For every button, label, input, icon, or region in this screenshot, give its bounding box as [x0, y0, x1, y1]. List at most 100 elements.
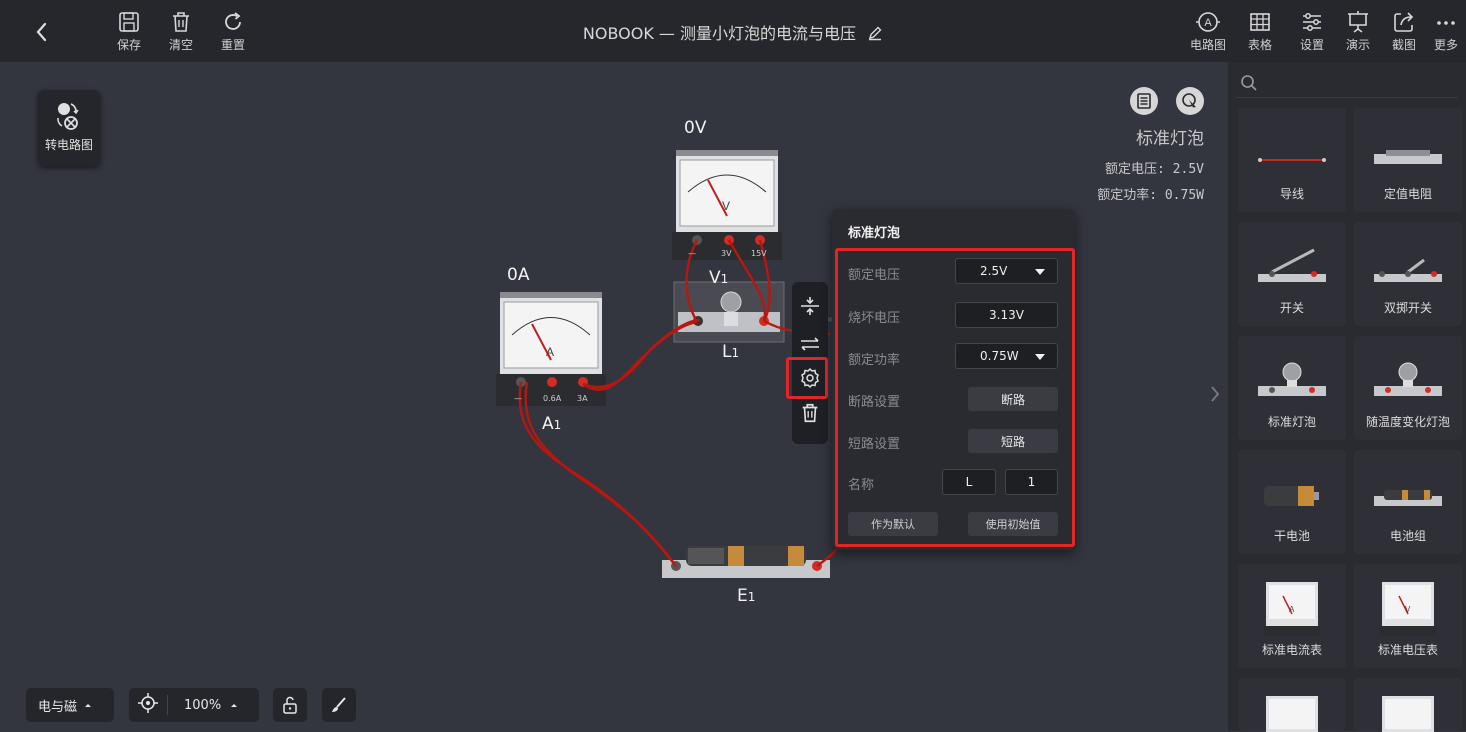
chevron-down-icon: [1035, 354, 1045, 360]
component-resistor[interactable]: 定值电阻: [1354, 108, 1462, 212]
chevron-down-icon: [1035, 269, 1045, 275]
open-circuit-button[interactable]: 断路: [968, 387, 1058, 411]
component-label: 干电池: [1273, 529, 1310, 543]
voltmeter[interactable]: V: [672, 150, 782, 260]
svg-text:V: V: [1405, 605, 1411, 614]
unlock-icon[interactable]: [273, 688, 307, 722]
caret-up-icon: [85, 704, 92, 707]
temp-bulb-icon: [1374, 362, 1442, 396]
mode-label: 电与磁: [38, 699, 78, 715]
ammeter-terminal-06a: 0.6A: [543, 394, 562, 403]
component-wire[interactable]: 导线: [1238, 108, 1346, 212]
ammeter-terminal-3a: 3A: [577, 394, 588, 403]
screenshot-label: 截图: [1391, 38, 1416, 52]
mode-select[interactable]: 电与磁: [26, 688, 114, 722]
chevron-right-icon[interactable]: [1208, 384, 1222, 408]
ammeter-icon: A: [1264, 582, 1320, 636]
settings-sliders-icon: [1303, 13, 1321, 31]
component-label: 标准灯泡: [1267, 415, 1316, 429]
table-button[interactable]: 表格: [1238, 10, 1282, 53]
component-label: 随温度变化灯泡: [1365, 415, 1450, 429]
more-label: 更多: [1433, 38, 1458, 52]
double-switch-icon: [1374, 258, 1442, 282]
component-galvanometer[interactable]: [1238, 678, 1346, 732]
name-label: 名称: [848, 478, 875, 493]
burn-voltage-field[interactable]: 3.13V: [955, 302, 1058, 328]
component-temp-bulb[interactable]: 随温度变化灯泡: [1354, 336, 1462, 440]
galvanometer-icon: [1266, 696, 1318, 732]
short-circuit-label: 短路设置: [848, 437, 901, 452]
more-button[interactable]: 更多: [1426, 10, 1466, 53]
open-circuit-label: 断路设置: [848, 395, 901, 410]
wire-icon: [1258, 158, 1326, 162]
screenshot-icon: [1394, 12, 1414, 32]
flip-vertical-icon[interactable]: [798, 294, 822, 322]
rated-voltage-select[interactable]: 2.5V: [955, 258, 1058, 284]
screenshot-button[interactable]: 截图: [1382, 10, 1426, 53]
rated-power-select[interactable]: 0.75W: [955, 343, 1058, 369]
presentation-label: 演示: [1345, 38, 1370, 52]
delete-icon[interactable]: [799, 402, 821, 428]
flip-horizontal-icon[interactable]: [798, 332, 822, 360]
gear-highlight: [786, 357, 828, 399]
search-icon: [1241, 75, 1257, 91]
component-switch[interactable]: 开关: [1238, 222, 1346, 326]
popup-title: 标准灯泡: [848, 226, 901, 241]
component-sensitive-meter[interactable]: [1354, 678, 1462, 732]
component-search[interactable]: [1236, 68, 1458, 98]
component-label: 导线: [1279, 187, 1304, 201]
voltmeter-icon: V: [1380, 582, 1436, 636]
component-label: 开关: [1279, 301, 1304, 315]
resistor-icon: [1374, 150, 1442, 164]
component-label: 标准电压表: [1377, 643, 1438, 657]
name-number-field[interactable]: 1: [1005, 469, 1058, 495]
component-double-switch[interactable]: 双掷开关: [1354, 222, 1462, 326]
presentation-button[interactable]: 演示: [1336, 10, 1380, 53]
battery-pack-icon: [1374, 490, 1442, 506]
voltmeter-name: V1: [709, 268, 729, 288]
bulb-name: L1: [722, 342, 740, 362]
component-battery-pack[interactable]: 电池组: [1354, 450, 1462, 554]
sensitive-meter-icon: [1382, 696, 1434, 732]
rated-voltage-value: 2.5V: [980, 264, 1008, 278]
component-label: 电池组: [1389, 529, 1426, 543]
name-letter-field[interactable]: L: [942, 469, 996, 495]
brush-icon[interactable]: [322, 688, 356, 722]
voltmeter-terminal-neg: —: [688, 249, 696, 258]
table-label: 表格: [1247, 38, 1272, 52]
voltmeter-terminal-15v: 15V: [751, 249, 767, 258]
use-initial-button[interactable]: 使用初始值: [968, 512, 1058, 536]
battery-name: E1: [737, 586, 756, 606]
short-circuit-button[interactable]: 短路: [968, 429, 1058, 453]
component-standard-bulb[interactable]: 标准灯泡: [1238, 336, 1346, 440]
component-label: 双掷开关: [1383, 301, 1432, 315]
zoom-level[interactable]: 100%: [184, 698, 221, 713]
rated-power-label: 额定功率: [848, 353, 901, 368]
presentation-icon: [1348, 11, 1368, 33]
settings-label: 设置: [1299, 38, 1324, 52]
more-icon: [1437, 21, 1455, 25]
table-icon: [1250, 13, 1270, 31]
rated-power-value: 0.75W: [980, 349, 1019, 363]
ammeter-reading: 0A: [507, 265, 530, 285]
svg-text:A: A: [546, 345, 554, 359]
ammeter-name: A1: [542, 414, 562, 434]
component-voltmeter[interactable]: V 标准电压表: [1354, 564, 1462, 668]
component-dry-battery[interactable]: 干电池: [1238, 450, 1346, 554]
voltmeter-terminal-3v: 3V: [721, 249, 732, 258]
component-label: 标准电流表: [1261, 643, 1322, 657]
svg-text:V: V: [722, 199, 730, 213]
battery-icon: [1264, 486, 1319, 506]
battery-component[interactable]: [662, 546, 830, 578]
caret-up-icon[interactable]: [229, 700, 239, 710]
burn-voltage-label: 烧坏电压: [848, 311, 901, 326]
switch-icon: [1258, 248, 1326, 282]
set-default-button[interactable]: 作为默认: [848, 512, 938, 536]
component-label: 定值电阻: [1383, 187, 1432, 201]
svg-text:A: A: [1289, 605, 1295, 614]
locate-icon[interactable]: [137, 692, 159, 718]
voltmeter-reading: 0V: [684, 118, 707, 138]
rated-voltage-label: 额定电压: [848, 268, 901, 283]
component-ammeter[interactable]: A 标准电流表: [1238, 564, 1346, 668]
settings-button[interactable]: 设置: [1290, 10, 1334, 53]
